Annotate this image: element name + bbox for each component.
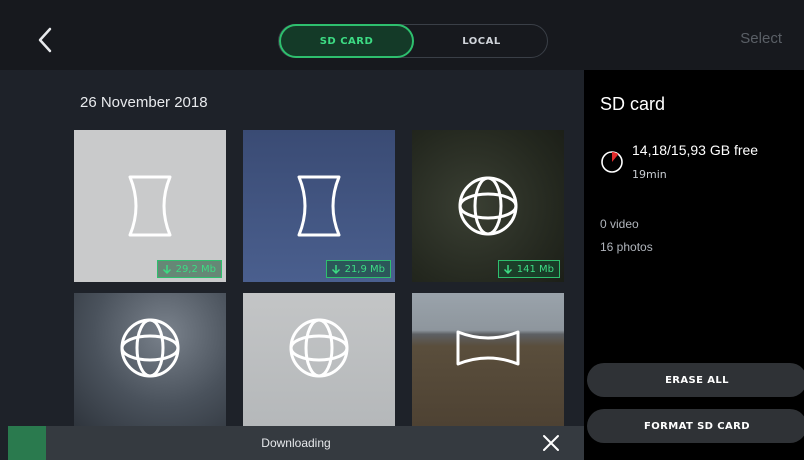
sphere-icon	[289, 318, 349, 378]
file-size: 29,2 Mb	[175, 263, 216, 275]
sphere-icon	[458, 176, 518, 236]
erase-all-button[interactable]: ERASE ALL	[587, 363, 804, 397]
select-button[interactable]: Select	[740, 30, 782, 47]
format-sd-card-button[interactable]: FORMAT SD CARD	[587, 409, 804, 443]
sd-card-panel: SD card 14,18/15,93 GB free 19min 0 vide…	[584, 70, 804, 460]
panorama-vertical-icon	[297, 175, 341, 237]
photo-count: 16 photos	[600, 240, 653, 254]
file-size: 21,9 Mb	[344, 263, 385, 275]
video-count: 0 video	[600, 217, 639, 231]
download-badge[interactable]: 21,9 Mb	[325, 260, 391, 278]
media-item[interactable]	[74, 293, 226, 426]
storage-time: 19min	[632, 168, 667, 181]
source-toggle: SD CARD LOCAL	[278, 24, 548, 58]
date-header: 26 November 2018	[80, 94, 208, 111]
download-status: Downloading	[261, 436, 331, 450]
download-bar: Downloading	[8, 426, 584, 460]
media-item[interactable]: 21,9 Mb	[243, 130, 395, 282]
close-icon[interactable]	[542, 434, 560, 452]
tab-local[interactable]: LOCAL	[414, 25, 549, 57]
file-size: 141 Mb	[516, 263, 554, 275]
top-bar: SD CARD LOCAL Select	[0, 0, 804, 70]
storage-info: 14,18/15,93 GB free 19min	[600, 142, 790, 186]
panorama-horizontal-icon	[456, 330, 520, 366]
media-item[interactable]	[412, 293, 564, 426]
download-badge[interactable]: 141 Mb	[497, 260, 560, 278]
panel-title: SD card	[600, 94, 666, 114]
pie-chart-icon	[601, 151, 623, 173]
sphere-icon	[120, 318, 180, 378]
chevron-left-icon	[38, 27, 52, 53]
media-item[interactable]: 29,2 Mb	[74, 130, 226, 282]
download-badge[interactable]: 29,2 Mb	[156, 260, 222, 278]
panorama-vertical-icon	[128, 175, 172, 237]
media-item[interactable]	[243, 293, 395, 426]
tab-sd-card[interactable]: SD CARD	[279, 24, 414, 58]
download-arrow-icon	[331, 265, 340, 274]
download-arrow-icon	[503, 265, 512, 274]
download-arrow-icon	[162, 265, 171, 274]
back-button[interactable]	[30, 24, 62, 56]
media-item[interactable]: 141 Mb	[412, 130, 564, 282]
storage-free: 14,18/15,93 GB free	[632, 142, 759, 158]
